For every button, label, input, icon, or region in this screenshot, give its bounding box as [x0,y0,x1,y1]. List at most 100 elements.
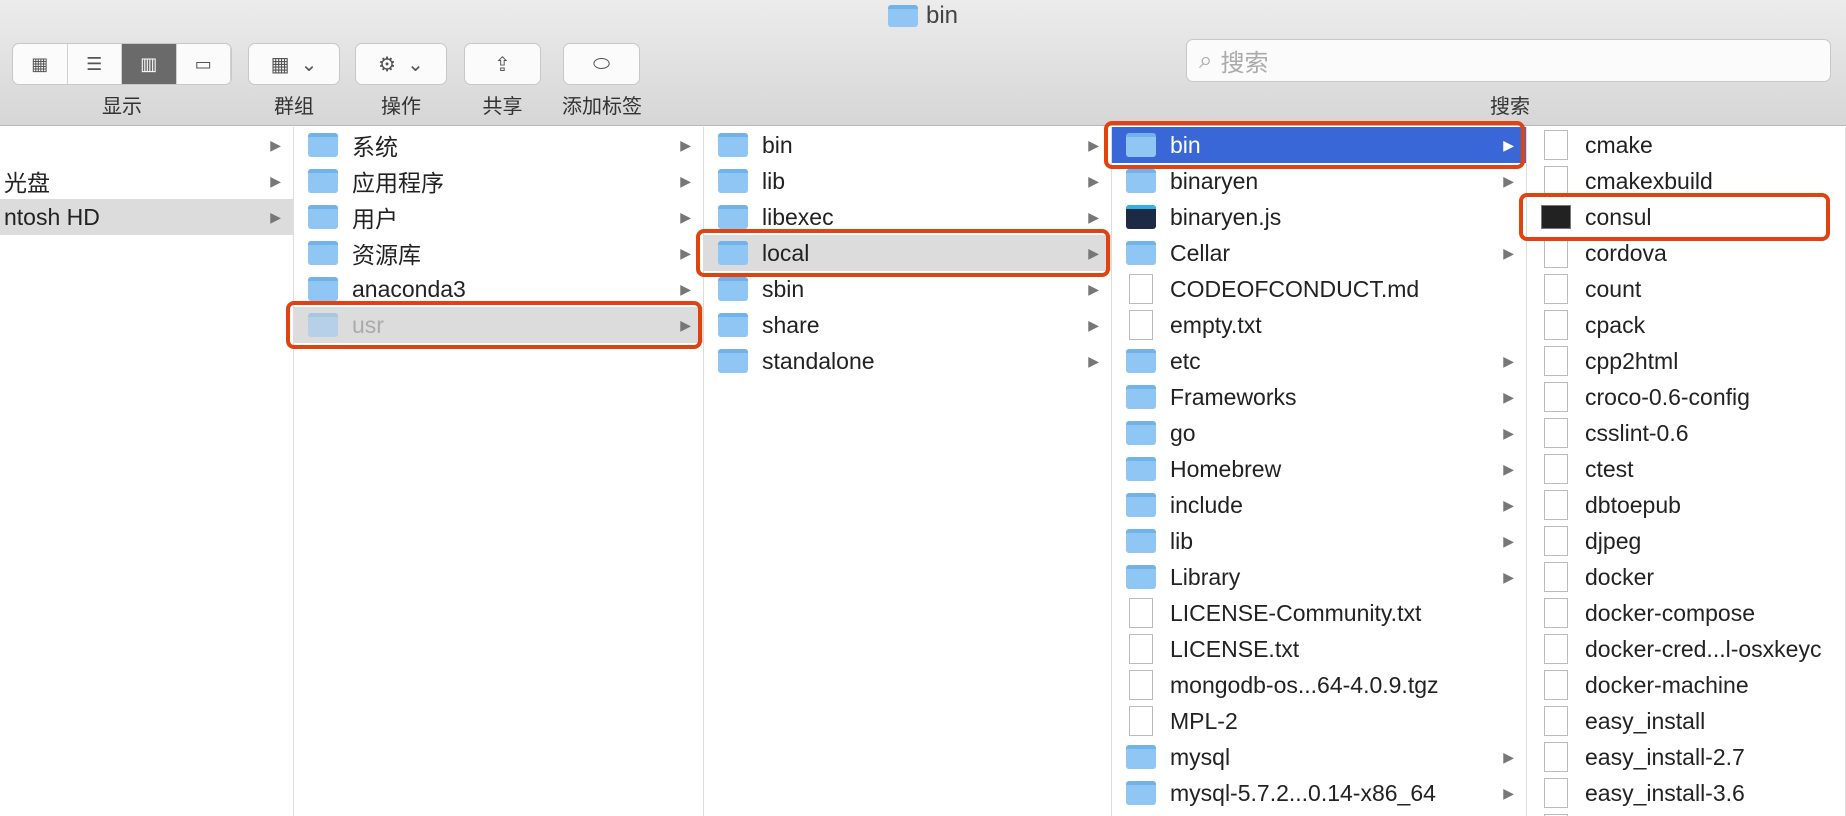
list-item[interactable]: binaryen.js [1112,199,1526,235]
list-item[interactable]: ctest [1527,451,1845,487]
disclosure-arrow-icon[interactable]: ▶ [1503,461,1514,478]
list-item[interactable]: ▶ [0,127,293,163]
list-item[interactable]: CODEOFCONDUCT.md [1112,271,1526,307]
list-item[interactable]: count [1527,271,1845,307]
disclosure-arrow-icon[interactable]: ▶ [1503,389,1514,406]
share-button[interactable]: ⇪ [464,43,541,85]
list-item[interactable]: standalone ▶ [704,343,1111,379]
disclosure-arrow-icon[interactable]: ▶ [1503,497,1514,514]
disclosure-arrow-icon[interactable]: ▶ [270,173,281,190]
disclosure-arrow-icon[interactable]: ▶ [1088,353,1099,370]
list-item[interactable]: share ▶ [704,307,1111,343]
disclosure-arrow-icon[interactable]: ▶ [270,209,281,226]
list-item[interactable]: cordova [1527,235,1845,271]
gallery-view-button[interactable]: ▭ [177,44,231,84]
list-item[interactable]: sbin ▶ [704,271,1111,307]
list-item[interactable]: easy_install-2.7 [1527,739,1845,775]
disclosure-arrow-icon[interactable]: ▶ [1503,533,1514,550]
group-button[interactable]: ▦ ⌄ [248,43,340,85]
list-item[interactable]: 光盘 ▶ [0,163,293,199]
icon-view-button[interactable]: ▦ [13,44,68,84]
list-item[interactable]: cpack [1527,307,1845,343]
disclosure-arrow-icon[interactable]: ▶ [1503,137,1514,154]
list-item[interactable]: 应用程序 ▶ [294,163,703,199]
list-item[interactable]: 资源库 ▶ [294,235,703,271]
list-item[interactable]: mysql ▶ [1112,739,1526,775]
item-name: count [1585,275,1642,302]
list-item[interactable]: LICENSE-Community.txt [1112,595,1526,631]
list-item[interactable]: bin ▶ [704,127,1111,163]
list-item[interactable]: Library ▶ [1112,559,1526,595]
disclosure-arrow-icon[interactable]: ▶ [1503,353,1514,370]
disclosure-arrow-icon[interactable]: ▶ [1088,137,1099,154]
disclosure-arrow-icon[interactable]: ▶ [680,317,691,334]
list-item[interactable]: anaconda3 ▶ [294,271,703,307]
disclosure-arrow-icon[interactable]: ▶ [1088,281,1099,298]
list-view-button[interactable]: ☰ [68,44,122,84]
document-icon [1544,274,1568,304]
list-item[interactable]: lib ▶ [704,163,1111,199]
list-item[interactable]: LICENSE.txt [1112,631,1526,667]
disclosure-arrow-icon[interactable]: ▶ [680,209,691,226]
list-item[interactable]: local ▶ [704,235,1111,271]
list-item[interactable]: consul [1527,199,1845,235]
list-item[interactable]: empty.txt [1112,307,1526,343]
item-name: mysql [1170,743,1231,770]
disclosure-arrow-icon[interactable]: ▶ [1088,173,1099,190]
list-item[interactable]: easy_install [1527,703,1845,739]
list-item[interactable]: Frameworks ▶ [1112,379,1526,415]
disclosure-arrow-icon[interactable]: ▶ [270,137,281,154]
list-item[interactable]: MPL-2 [1112,703,1526,739]
list-item[interactable]: croco-0.6-config [1527,379,1845,415]
list-item[interactable]: go ▶ [1112,415,1526,451]
list-item[interactable]: bin ▶ [1112,127,1526,163]
list-item[interactable]: binaryen ▶ [1112,163,1526,199]
list-item[interactable]: dbtoepub [1527,487,1845,523]
disclosure-arrow-icon[interactable]: ▶ [1503,785,1514,802]
list-item[interactable]: docker-compose [1527,595,1845,631]
list-item[interactable]: etc ▶ [1112,343,1526,379]
list-item[interactable]: lib ▶ [1112,523,1526,559]
disclosure-arrow-icon[interactable]: ▶ [1088,209,1099,226]
list-item[interactable]: usr ▶ [294,307,703,343]
action-button[interactable]: ⚙ ⌄ [355,43,447,85]
list-item[interactable]: mysql-5.7.2...0.14-x86_64 ▶ [1112,775,1526,811]
disclosure-arrow-icon[interactable]: ▶ [1503,173,1514,190]
list-item[interactable]: ntosh HD ▶ [0,199,293,235]
disclosure-arrow-icon[interactable]: ▶ [680,137,691,154]
list-item[interactable]: easy_install-3.6 [1527,775,1845,811]
list-item[interactable]: mongodb-os...64-4.0.9.tgz [1112,667,1526,703]
view-label: 显示 [102,96,142,118]
disclosure-arrow-icon[interactable]: ▶ [1503,425,1514,442]
list-item[interactable]: include ▶ [1112,487,1526,523]
item-name: LICENSE-Community.txt [1170,599,1422,626]
list-item[interactable]: Homebrew ▶ [1112,451,1526,487]
list-item[interactable]: 系统 ▶ [294,127,703,163]
list-item[interactable] [1527,811,1845,816]
list-item[interactable]: cmake [1527,127,1845,163]
disclosure-arrow-icon[interactable]: ▶ [1088,245,1099,262]
list-item[interactable]: cpp2html [1527,343,1845,379]
disclosure-arrow-icon[interactable]: ▶ [1503,749,1514,766]
disclosure-arrow-icon[interactable]: ▶ [1088,317,1099,334]
list-item[interactable]: libexec ▶ [704,199,1111,235]
disclosure-arrow-icon[interactable]: ▶ [1503,569,1514,586]
search-input[interactable]: ⌕ 搜索 [1186,39,1831,82]
list-item[interactable]: docker-cred...l-osxkeyc [1527,631,1845,667]
disclosure-arrow-icon[interactable]: ▶ [1503,245,1514,262]
list-item[interactable]: djpeg [1527,523,1845,559]
list-item[interactable]: docker [1527,559,1845,595]
disclosure-arrow-icon[interactable]: ▶ [680,173,691,190]
item-name: consul [1585,203,1652,230]
disclosure-arrow-icon[interactable]: ▶ [680,245,691,262]
view-mode-control[interactable]: ▦ ☰ ▥ ▭ [12,43,232,85]
list-item[interactable]: 用户 ▶ [294,199,703,235]
list-item[interactable]: Cellar ▶ [1112,235,1526,271]
list-item[interactable]: csslint-0.6 [1527,415,1845,451]
tag-button[interactable]: ⬭ [563,43,640,85]
column-view-button[interactable]: ▥ [122,44,177,84]
disclosure-arrow-icon[interactable]: ▶ [680,281,691,298]
search-placeholder: 搜索 [1220,50,1269,77]
list-item[interactable]: cmakexbuild [1527,163,1845,199]
list-item[interactable]: docker-machine [1527,667,1845,703]
